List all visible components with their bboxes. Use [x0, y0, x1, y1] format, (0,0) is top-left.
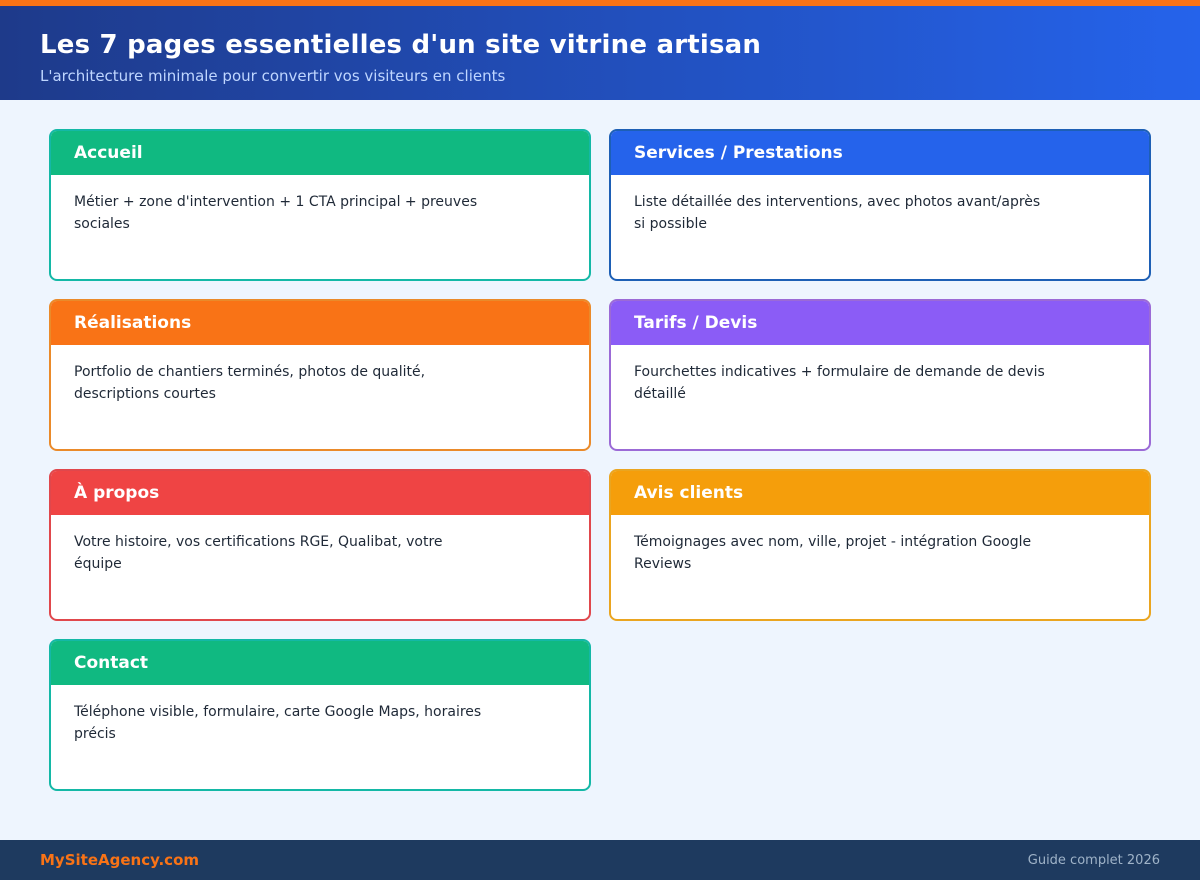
card-realisations: Réalisations Portfolio de chantiers term…	[49, 299, 591, 451]
card-title: Services / Prestations	[634, 143, 843, 163]
card-description: Fourchettes indicatives + formulaire de …	[634, 364, 1045, 402]
card-avis-clients: Avis clients Témoignages avec nom, ville…	[609, 469, 1151, 621]
card-header: Contact	[51, 641, 589, 685]
footer-brand: MySiteAgency.com	[40, 851, 200, 869]
footer-note: Guide complet 2026	[1027, 853, 1160, 868]
card-contact: Contact Téléphone visible, formulaire, c…	[49, 639, 591, 791]
card-header: Tarifs / Devis	[611, 301, 1149, 345]
page-header: Les 7 pages essentielles d'un site vitri…	[0, 6, 1200, 100]
card-description: Votre histoire, vos certifications RGE, …	[74, 534, 443, 572]
card-title: Avis clients	[634, 483, 744, 503]
card-header: Services / Prestations	[611, 131, 1149, 175]
card-accueil: Accueil Métier + zone d'intervention + 1…	[49, 129, 591, 281]
card-header: Réalisations	[51, 301, 589, 345]
card-title: Contact	[74, 653, 149, 673]
card-title: Tarifs / Devis	[634, 313, 758, 333]
page-subtitle: L'architecture minimale pour convertir v…	[40, 67, 506, 85]
card-title: Réalisations	[74, 313, 192, 333]
page-title: Les 7 pages essentielles d'un site vitri…	[40, 30, 762, 60]
card-services-prestations: Services / Prestations Liste détaillée d…	[609, 129, 1151, 281]
card-title: Accueil	[74, 143, 143, 163]
card-tarifs-devis: Tarifs / Devis Fourchettes indicatives +…	[609, 299, 1151, 451]
card-description: Témoignages avec nom, ville, projet - in…	[634, 534, 1032, 572]
card-description: Métier + zone d'intervention + 1 CTA pri…	[74, 194, 478, 232]
card-header: À propos	[51, 471, 589, 515]
card-a-propos: À propos Votre histoire, vos certificati…	[49, 469, 591, 621]
card-title: À propos	[74, 483, 160, 503]
page-footer: MySiteAgency.com Guide complet 2026	[0, 840, 1200, 880]
card-description: Téléphone visible, formulaire, carte Goo…	[74, 704, 482, 742]
card-header: Avis clients	[611, 471, 1149, 515]
card-description: Portfolio de chantiers terminés, photos …	[74, 364, 426, 402]
card-description: Liste détaillée des interventions, avec …	[634, 194, 1041, 232]
card-header: Accueil	[51, 131, 589, 175]
